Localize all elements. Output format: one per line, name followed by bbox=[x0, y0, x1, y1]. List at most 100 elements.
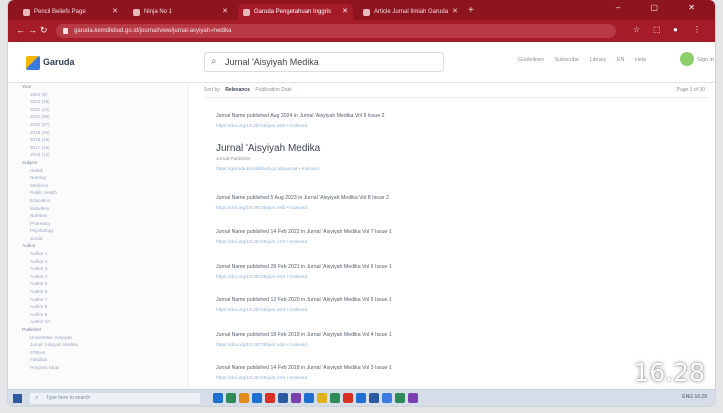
sidebar-filter-item[interactable]: Jurnal 'Aisyiyah Medika bbox=[8, 341, 188, 349]
forward-arrow-icon[interactable]: → bbox=[28, 25, 37, 35]
user-avatar[interactable] bbox=[680, 52, 694, 66]
sidebar-filter-item[interactable]: Health bbox=[8, 167, 188, 175]
result-citation[interactable]: Jurnal Name published 12 Feb 2020 in Jur… bbox=[216, 297, 392, 303]
url-bar[interactable]: garuda.kemdikbud.go.id/journal/view/jurn… bbox=[56, 24, 616, 38]
taskbar-app-icon[interactable] bbox=[265, 393, 275, 403]
sidebar-filter-item[interactable]: 2019 (25) bbox=[8, 129, 188, 137]
result-citation[interactable]: Jurnal Name published Aug 2024 in Jurnal… bbox=[216, 113, 385, 119]
sidebar-filter-item[interactable]: Universitas 'Aisyiyah bbox=[8, 334, 188, 342]
sidebar-filter-item[interactable]: 2018 (19) bbox=[8, 136, 188, 144]
sidebar-filter-item[interactable]: 2021 (30) bbox=[8, 113, 188, 121]
result-links[interactable]: https://doi.org/10.36729/jam.v8i2 • Inde… bbox=[216, 206, 389, 211]
sidebar-filter-item[interactable]: Nutrition bbox=[8, 212, 188, 220]
featured-journal-links[interactable]: https://garuda.kemdikbud.go.id/journal •… bbox=[216, 167, 320, 172]
search-input[interactable]: ⌕ Jurnal 'Aisyiyah Medika bbox=[204, 52, 444, 72]
taskbar-search-placeholder: Type here to search bbox=[46, 395, 91, 401]
sidebar-filter-item[interactable]: Author 6 bbox=[8, 288, 188, 296]
header-link[interactable]: EN bbox=[617, 57, 625, 63]
taskbar-app-icon[interactable] bbox=[395, 393, 405, 403]
featured-journal-title[interactable]: Jurnal 'Aisyiyah Medika bbox=[216, 143, 320, 154]
sidebar-filter-item[interactable]: Program Studi bbox=[8, 364, 188, 372]
sidebar-filter-item[interactable]: 2016 (12) bbox=[8, 151, 188, 159]
sidebar-filter-item[interactable]: Author 9 bbox=[8, 311, 188, 319]
result-citation[interactable]: Jurnal Name published 18 Feb 2019 in Jur… bbox=[216, 332, 392, 338]
window-controls[interactable]: – ▢ ✕ bbox=[616, 3, 709, 12]
sidebar-filter-item[interactable]: 2024 (9) bbox=[8, 91, 188, 99]
close-tab-icon[interactable]: ✕ bbox=[342, 4, 348, 20]
taskbar-app-icon[interactable] bbox=[382, 393, 392, 403]
sidebar-filter-item[interactable]: Author 2 bbox=[8, 258, 188, 266]
result-links[interactable]: https://doi.org/10.36729/jam.v5i1 • Inde… bbox=[216, 308, 392, 313]
sidebar-filter-item[interactable]: 2017 (16) bbox=[8, 144, 188, 152]
back-arrow-icon[interactable]: ← bbox=[16, 25, 25, 35]
taskbar-app-icon[interactable] bbox=[278, 393, 288, 403]
sidebar-filter-item[interactable]: STIKes bbox=[8, 349, 188, 357]
bookmark-star-icon[interactable]: ☆ bbox=[633, 25, 640, 34]
sidebar-filter-item[interactable]: Author 5 bbox=[8, 280, 188, 288]
sort-option[interactable]: Publication Date bbox=[255, 87, 291, 93]
taskbar-app-icon[interactable] bbox=[226, 393, 236, 403]
sort-option-active[interactable]: Relevance bbox=[225, 87, 250, 93]
new-tab-icon[interactable]: + bbox=[468, 4, 474, 18]
sidebar-filter-item[interactable]: Psychology bbox=[8, 227, 188, 235]
garuda-logo[interactable]: Garuda bbox=[26, 56, 106, 70]
sidebar-filter-item[interactable]: Medicine bbox=[8, 182, 188, 190]
close-tab-icon[interactable]: ✕ bbox=[112, 4, 118, 20]
sidebar-filter-item[interactable]: Author 4 bbox=[8, 273, 188, 281]
sidebar-filter-item[interactable]: Social bbox=[8, 235, 188, 243]
taskbar-app-icon[interactable] bbox=[369, 393, 379, 403]
close-tab-icon[interactable]: ✕ bbox=[222, 4, 228, 20]
result-citation[interactable]: Jurnal Name published 5 Aug 2023 in Jurn… bbox=[216, 195, 389, 201]
result-citation[interactable]: Jurnal Name published 14 Feb 2022 in Jur… bbox=[216, 229, 392, 235]
taskbar-app-icon[interactable] bbox=[239, 393, 249, 403]
windows-start-icon[interactable] bbox=[13, 394, 22, 403]
browser-tab-4[interactable]: Article Jurnal Ilmiah Garuda ✕ bbox=[358, 4, 463, 20]
result-links[interactable]: https://doi.org/10.36729/jam.v3i1 • Inde… bbox=[216, 376, 392, 381]
sidebar-filter-item[interactable]: 2022 (22) bbox=[8, 106, 188, 114]
taskbar-app-icon[interactable] bbox=[330, 393, 340, 403]
taskbar-app-icon[interactable] bbox=[408, 393, 418, 403]
header-link[interactable]: Subscribe bbox=[555, 57, 579, 63]
sidebar-filter-item[interactable]: Author 8 bbox=[8, 303, 188, 311]
sidebar-filter-item[interactable]: Author 7 bbox=[8, 296, 188, 304]
result-links[interactable]: https://doi.org/10.36729/jam.v4i1 • Inde… bbox=[216, 343, 392, 348]
sidebar-filter-item[interactable]: 2020 (27) bbox=[8, 121, 188, 129]
profile-icon[interactable]: ● bbox=[673, 25, 678, 34]
taskbar-search-input[interactable]: ⌕ Type here to search bbox=[30, 393, 200, 404]
result-citation[interactable]: Jurnal Name published 28 Feb 2021 in Jur… bbox=[216, 264, 392, 270]
header-link[interactable]: Help bbox=[635, 57, 646, 63]
taskbar-app-icon[interactable] bbox=[291, 393, 301, 403]
reload-icon[interactable]: ↻ bbox=[40, 25, 48, 36]
browser-tab-2[interactable]: Ninja No 1 ✕ bbox=[128, 4, 233, 20]
header-link[interactable]: Guidelines bbox=[518, 57, 544, 63]
result-citation[interactable]: Jurnal Name published 14 Feb 2018 in Jur… bbox=[216, 365, 392, 371]
sidebar-filter-item[interactable]: Education bbox=[8, 197, 188, 205]
sidebar-filter-item[interactable]: Fakultas bbox=[8, 356, 188, 364]
taskbar-app-icon[interactable] bbox=[317, 393, 327, 403]
browser-tab-1[interactable]: Pencil Beliefs Page ✕ bbox=[18, 4, 123, 20]
sidebar-filter-item[interactable]: Nursing bbox=[8, 174, 188, 182]
taskbar-app-icon[interactable] bbox=[304, 393, 314, 403]
extensions-icon[interactable]: ⬚ bbox=[653, 25, 661, 34]
system-tray[interactable]: ENG 16:28 bbox=[682, 394, 707, 400]
header-link[interactable]: Library bbox=[590, 57, 607, 63]
taskbar-app-icon[interactable] bbox=[252, 393, 262, 403]
sidebar-filter-item[interactable]: Midwifery bbox=[8, 205, 188, 213]
tab-label: Pencil Beliefs Page bbox=[34, 9, 86, 15]
result-links[interactable]: https://doi.org/10.36729/jam.v7i1 • Inde… bbox=[216, 240, 392, 245]
sidebar-filter-item[interactable]: Pharmacy bbox=[8, 220, 188, 228]
taskbar-app-icon[interactable] bbox=[356, 393, 366, 403]
taskbar-app-icon[interactable] bbox=[213, 393, 223, 403]
result-links[interactable]: https://doi.org/10.36729/jam.v9i2 • Inde… bbox=[216, 124, 385, 129]
close-tab-icon[interactable]: ✕ bbox=[452, 4, 458, 20]
sidebar-filter-item[interactable]: Author 1 bbox=[8, 250, 188, 258]
sidebar-filter-item[interactable]: Author 3 bbox=[8, 265, 188, 273]
sign-in-link[interactable]: Sign in bbox=[697, 57, 714, 63]
browser-tab-3[interactable]: Garuda Pengetahuan Inggris ✕ bbox=[238, 4, 353, 20]
taskbar-app-icon[interactable] bbox=[343, 393, 353, 403]
sidebar-filter-item[interactable]: Public Health bbox=[8, 189, 188, 197]
sidebar-filter-item[interactable]: Author 10 bbox=[8, 318, 188, 326]
result-links[interactable]: https://doi.org/10.36729/jam.v6i1 • Inde… bbox=[216, 275, 392, 280]
browser-menu-icon[interactable]: ⋮ bbox=[693, 25, 701, 34]
sidebar-filter-item[interactable]: 2023 (18) bbox=[8, 98, 188, 106]
